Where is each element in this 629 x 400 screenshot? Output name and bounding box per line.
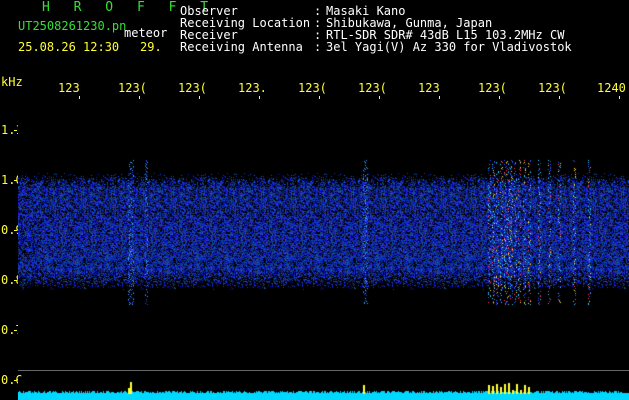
- y-tick-mark: [14, 230, 17, 231]
- spectrogram-waterfall: [18, 100, 629, 370]
- x-tick-mark: [319, 96, 320, 99]
- x-tick-mark: [259, 96, 260, 99]
- x-tick-mark: [139, 96, 140, 99]
- file-name: UT2508261230.pn: [18, 19, 127, 33]
- y-tick-mark: [14, 330, 17, 331]
- x-tick-label: 123: [58, 81, 80, 95]
- detection-tag: meteor: [124, 26, 168, 40]
- x-tick-mark: [379, 96, 380, 99]
- x-tick-label: 123(: [298, 81, 327, 95]
- x-tick-mark: [559, 96, 560, 99]
- x-tick-mark: [499, 96, 500, 99]
- x-tick-mark: [439, 96, 440, 99]
- x-tick-mark: [199, 96, 200, 99]
- y-tick-mark: [14, 280, 17, 281]
- x-tick-label: 123.: [238, 81, 267, 95]
- y-tick-mark: [14, 130, 17, 131]
- x-tick-label: 123(: [178, 81, 207, 95]
- x-tick-mark: [79, 96, 80, 99]
- x-tick-label: 123(: [538, 81, 567, 95]
- baseline-divider-upper: [18, 370, 629, 371]
- antenna-colon: :: [314, 40, 322, 54]
- signal-level-strip: [18, 378, 629, 400]
- y-tick-mark: [14, 180, 17, 181]
- antenna-label: Receiving Antenna: [180, 40, 303, 54]
- x-tick-label: 123(: [358, 81, 387, 95]
- x-tick-mark: [619, 96, 620, 99]
- x-tick-label: 123: [418, 81, 440, 95]
- x-tick-label: 123(: [478, 81, 507, 95]
- antenna-value: 3el Yagi(V) Az 330 for Vladivostok: [326, 40, 572, 54]
- seconds-readout: 29.: [140, 40, 162, 54]
- y-tick-mark: [14, 380, 17, 381]
- hrofft-spectrogram-window: H R O F F T UT2508261230.pn meteor 25.08…: [0, 0, 629, 400]
- x-axis-ticks: 123 123( 123( 123. 123( 123( 123 123( 12…: [0, 82, 629, 94]
- x-tick-label: 123(: [118, 81, 147, 95]
- date-time: 25.08.26 12:30: [18, 40, 120, 54]
- x-tick-label: 1240: [597, 81, 626, 95]
